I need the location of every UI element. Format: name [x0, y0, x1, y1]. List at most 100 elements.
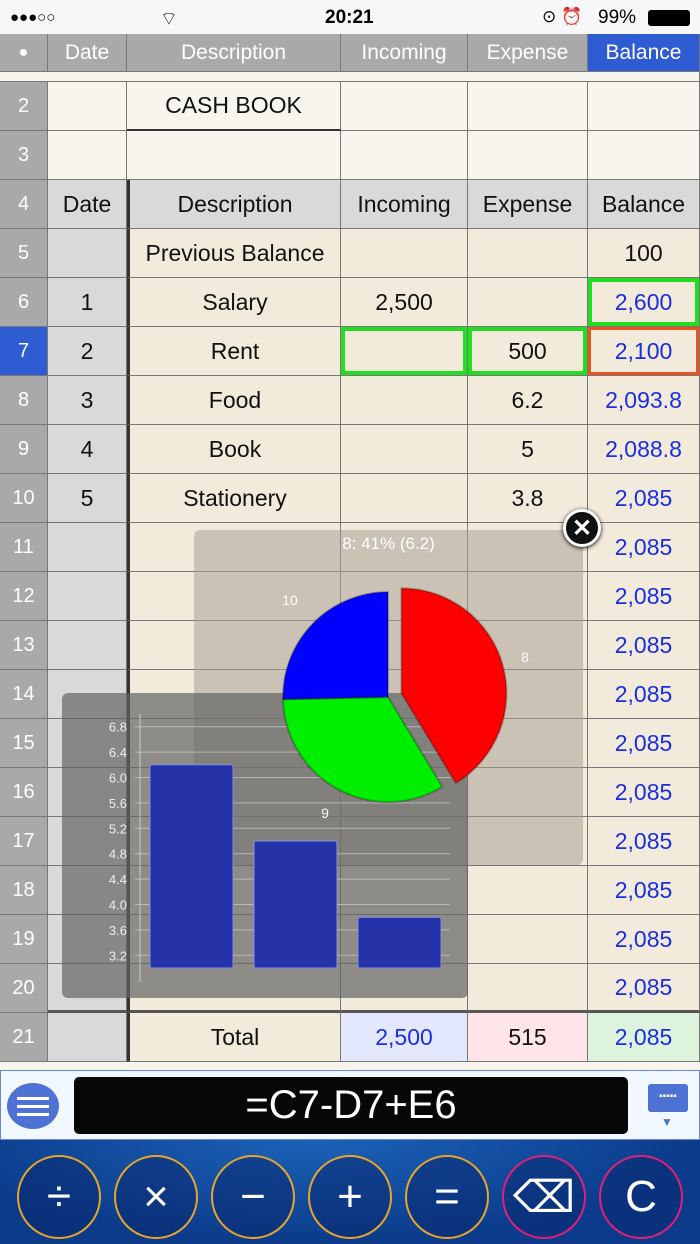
row-header-2[interactable]: 2	[0, 82, 48, 131]
row-header-5[interactable]: 5	[0, 229, 48, 278]
equals-key[interactable]: =	[405, 1155, 489, 1239]
cell[interactable]: 2,085	[588, 719, 700, 768]
cell[interactable]	[468, 866, 588, 915]
row-header-11[interactable]: 11	[0, 523, 48, 572]
cell[interactable]	[341, 376, 468, 425]
multiply-key[interactable]: ×	[114, 1155, 198, 1239]
column-header-balance[interactable]: Balance	[588, 34, 700, 72]
cell[interactable]: 100	[588, 229, 700, 278]
cell[interactable]: 2,085	[588, 768, 700, 817]
cell[interactable]: 2,085	[588, 817, 700, 866]
cell[interactable]: 2,085	[588, 915, 700, 964]
column-header-expense[interactable]: Expense	[468, 34, 588, 72]
minus-key[interactable]: −	[211, 1155, 295, 1239]
close-chart-button[interactable]: ✕	[563, 509, 601, 547]
cell[interactable]: 2,500	[341, 278, 468, 327]
row-header-17[interactable]: 17	[0, 817, 48, 866]
cell[interactable]	[588, 82, 700, 131]
cell[interactable]: 5	[468, 425, 588, 474]
cell[interactable]: Book	[127, 425, 341, 474]
row-header-8[interactable]: 8	[0, 376, 48, 425]
cell[interactable]: 2,100	[588, 327, 700, 376]
cell[interactable]: 2,085	[588, 1013, 700, 1062]
cell[interactable]: 2,085	[588, 964, 700, 1013]
cell[interactable]	[48, 229, 127, 278]
cell[interactable]	[468, 915, 588, 964]
menu-button[interactable]	[7, 1083, 59, 1129]
cell[interactable]	[48, 1013, 127, 1062]
clear-key[interactable]: C	[599, 1155, 683, 1239]
cell[interactable]: 2,085	[588, 474, 700, 523]
cell[interactable]: Previous Balance	[127, 229, 341, 278]
cell[interactable]: Description	[127, 180, 341, 229]
cell[interactable]	[468, 82, 588, 131]
cell[interactable]	[341, 131, 468, 180]
row-header-3[interactable]: 3	[0, 131, 48, 180]
row-header-12[interactable]: 12	[0, 572, 48, 621]
cell[interactable]: 2,500	[341, 1013, 468, 1062]
bar-chart-panel[interactable]	[62, 693, 468, 998]
row-header-10[interactable]: 10	[0, 474, 48, 523]
column-header-description[interactable]: Description	[127, 34, 341, 72]
cell[interactable]: Balance	[588, 180, 700, 229]
row-header-7[interactable]: 7	[0, 327, 48, 376]
row-header-9[interactable]: 9	[0, 425, 48, 474]
cell[interactable]	[48, 82, 127, 131]
row-header-6[interactable]: 6	[0, 278, 48, 327]
divide-key[interactable]: ÷	[17, 1155, 101, 1239]
row-header-18[interactable]: 18	[0, 866, 48, 915]
cell[interactable]: Rent	[127, 327, 341, 376]
cell[interactable]	[468, 229, 588, 278]
row-header-20[interactable]: 20	[0, 964, 48, 1013]
row-header-4[interactable]: 4	[0, 180, 48, 229]
cell[interactable]	[48, 621, 127, 670]
cell[interactable]	[341, 327, 468, 376]
row-header-19[interactable]: 19	[0, 915, 48, 964]
cell[interactable]: Total	[127, 1013, 341, 1062]
cell[interactable]: Date	[48, 180, 127, 229]
cell[interactable]	[48, 131, 127, 180]
cell[interactable]: 500	[468, 327, 588, 376]
cell[interactable]	[341, 474, 468, 523]
cell[interactable]: 2	[48, 327, 127, 376]
cell[interactable]: 2,088.8	[588, 425, 700, 474]
cell[interactable]: 6.2	[468, 376, 588, 425]
cell[interactable]: 2,085	[588, 523, 700, 572]
cell[interactable]: 4	[48, 425, 127, 474]
cell[interactable]: 2,085	[588, 621, 700, 670]
keyboard-toggle-icon[interactable]: ▪▪▪▪▪	[648, 1084, 688, 1112]
row-header-14[interactable]: 14	[0, 670, 48, 719]
select-all-corner[interactable]: ●	[0, 34, 48, 72]
cell[interactable]: Salary	[127, 278, 341, 327]
cell[interactable]	[468, 278, 588, 327]
cell[interactable]: 2,085	[588, 866, 700, 915]
column-header-date[interactable]: Date	[48, 34, 127, 72]
cell[interactable]: Food	[127, 376, 341, 425]
cell[interactable]	[468, 964, 588, 1013]
cell[interactable]: 3	[48, 376, 127, 425]
cell[interactable]	[341, 229, 468, 278]
cell[interactable]	[341, 425, 468, 474]
row-header-13[interactable]: 13	[0, 621, 48, 670]
cell[interactable]: 515	[468, 1013, 588, 1062]
column-header-incoming[interactable]: Incoming	[341, 34, 468, 72]
cell[interactable]: Expense	[468, 180, 588, 229]
cell[interactable]	[127, 131, 341, 180]
row-header-21[interactable]: 21	[0, 1013, 48, 1062]
plus-key[interactable]: +	[308, 1155, 392, 1239]
row-header-16[interactable]: 16	[0, 768, 48, 817]
backspace-key[interactable]: ⌫	[502, 1155, 586, 1239]
cell[interactable]: 1	[48, 278, 127, 327]
cell[interactable]: Stationery	[127, 474, 341, 523]
cell[interactable]: 2,085	[588, 572, 700, 621]
cell[interactable]: 2,600	[588, 278, 700, 327]
cell[interactable]	[48, 572, 127, 621]
cell[interactable]: CASH BOOK	[127, 82, 341, 131]
formula-input[interactable]: =C7-D7+E6	[74, 1077, 628, 1134]
cell[interactable]	[468, 131, 588, 180]
cell[interactable]	[588, 131, 700, 180]
cell[interactable]	[341, 82, 468, 131]
cell[interactable]: 2,085	[588, 670, 700, 719]
cell[interactable]: 5	[48, 474, 127, 523]
cell[interactable]	[48, 523, 127, 572]
